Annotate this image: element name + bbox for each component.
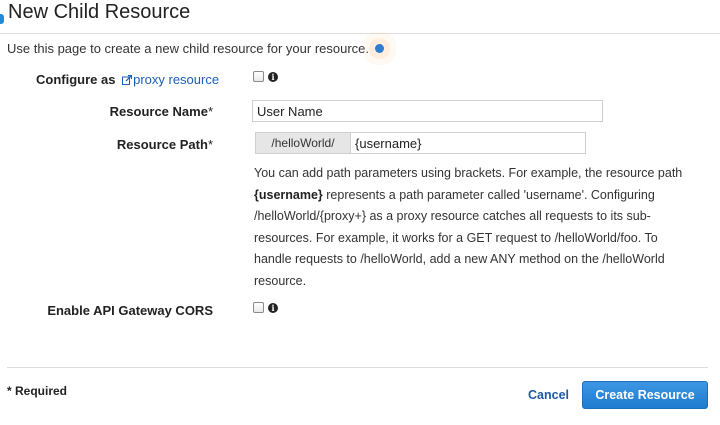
external-link-icon — [122, 75, 133, 85]
proxy-resource-checkbox[interactable] — [253, 71, 264, 82]
resource-path-input[interactable] — [350, 132, 586, 154]
resource-path-prefix: /helloWorld/ — [255, 132, 350, 154]
page-title: New Child Resource — [8, 1, 191, 23]
title-divider — [0, 33, 720, 34]
required-marker: * — [207, 137, 213, 152]
proxy-info-icon[interactable]: i — [268, 72, 278, 82]
create-resource-button[interactable]: Create Resource — [582, 381, 708, 409]
cancel-button[interactable]: Cancel — [528, 388, 569, 402]
help-text-example: {username} — [254, 187, 323, 202]
configure-label-prefix: Configure as — [36, 72, 116, 87]
resource-name-label-text: Resource Name — [109, 104, 208, 119]
proxy-resource-link[interactable]: proxy resource — [133, 72, 219, 87]
resource-name-input[interactable] — [252, 100, 603, 122]
panel-accent-tab — [0, 14, 4, 24]
configure-proxy-label: Configure as proxy resource — [36, 72, 219, 87]
help-text-part2: represents a path parameter called 'user… — [254, 187, 665, 288]
info-dot-icon[interactable] — [375, 44, 385, 53]
enable-cors-checkbox[interactable] — [253, 302, 264, 313]
required-note: * Required — [7, 384, 68, 398]
resource-path-help-text: You can add path parameters using bracke… — [254, 163, 694, 292]
resource-name-label: Resource Name* — [110, 104, 213, 119]
required-marker: * — [207, 104, 213, 119]
help-text-part1: You can add path parameters using bracke… — [254, 166, 683, 180]
resource-path-label: Resource Path* — [117, 137, 213, 152]
enable-cors-label: Enable API Gateway CORS — [47, 303, 213, 318]
intro-text: Use this page to create a new child reso… — [7, 41, 370, 56]
footer-divider — [7, 367, 708, 368]
new-child-resource-page: New Child Resource Use this page to crea… — [0, 0, 720, 425]
resource-path-label-text: Resource Path — [116, 137, 208, 152]
cors-info-icon[interactable]: i — [268, 303, 278, 313]
intro-text-row: Use this page to create a new child reso… — [7, 41, 385, 56]
